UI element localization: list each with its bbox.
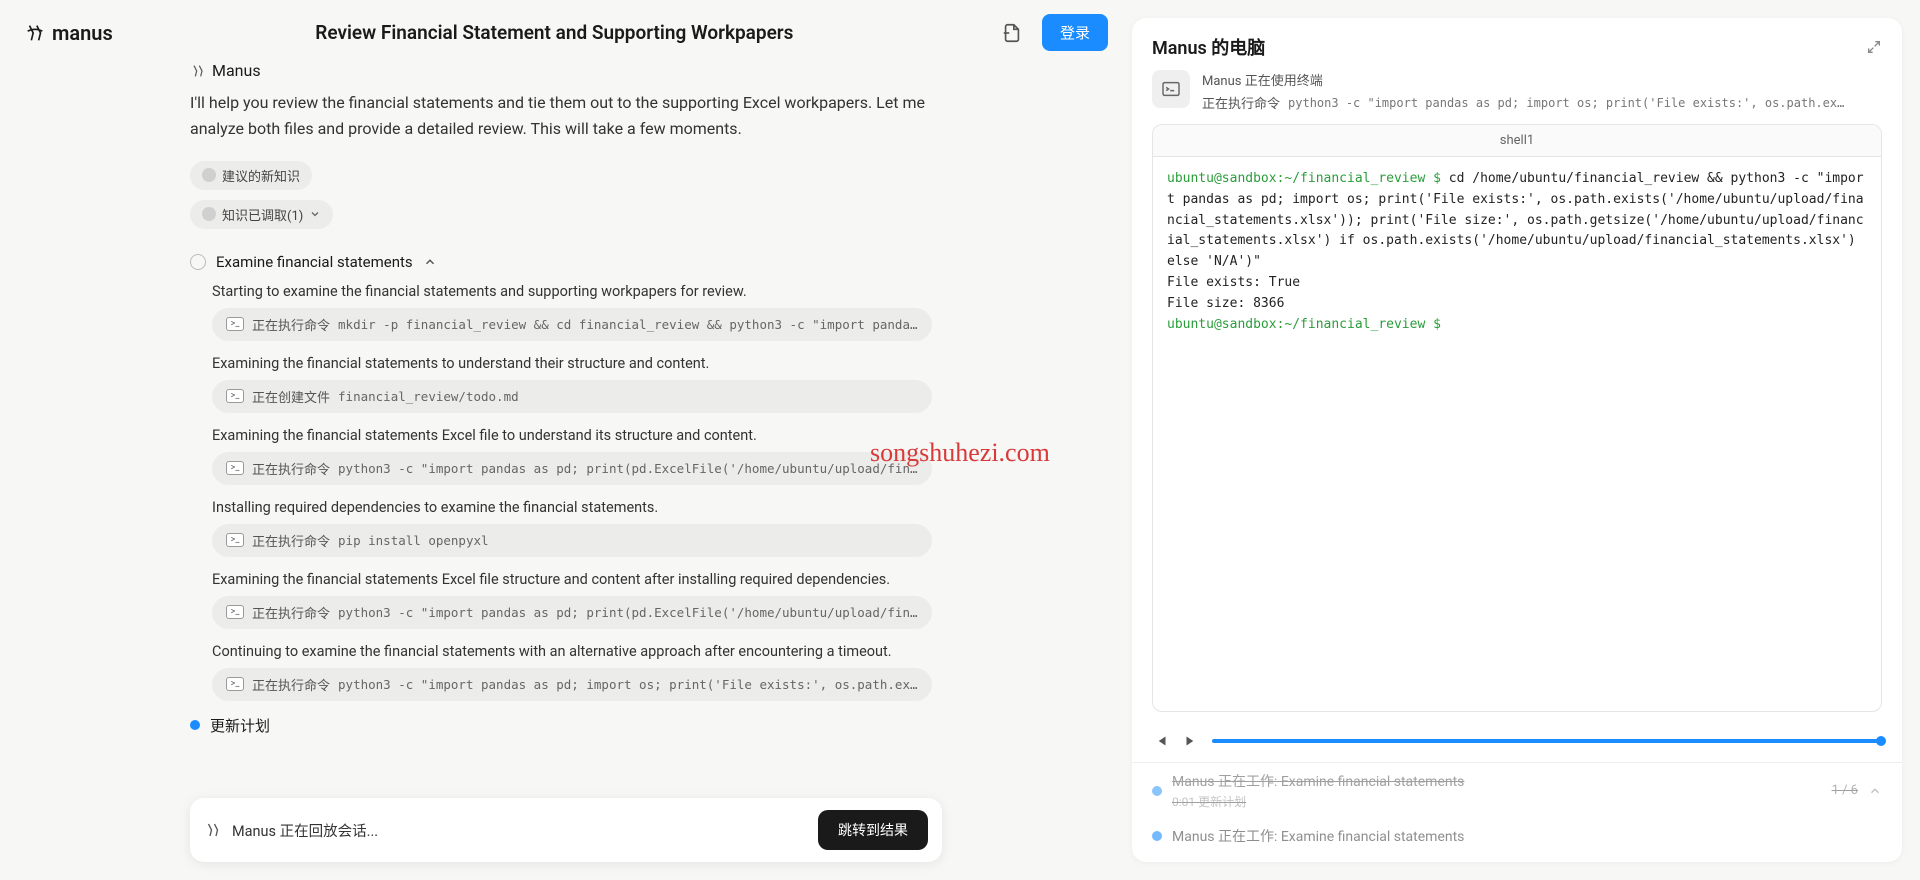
command-label: 正在执行命令 xyxy=(252,603,330,622)
playback-status: Manus 正在回放会话... xyxy=(232,820,808,841)
step-text: Installing required dependencies to exam… xyxy=(212,499,942,516)
terminal-window: shell1 ubuntu@sandbox:~/financial_review… xyxy=(1152,124,1882,712)
computer-panel: Manus 的电脑 Manus 正在使用终端 正在执行命令 python3 -c… xyxy=(1132,18,1902,862)
update-plan-row: 更新计划 xyxy=(190,715,942,736)
step-text: Starting to examine the financial statem… xyxy=(212,283,942,300)
command-box[interactable]: >_ 正在执行命令 mkdir -p financial_review && c… xyxy=(212,308,932,341)
action-line1: Manus 正在使用终端 xyxy=(1202,70,1882,89)
agent-icon xyxy=(204,821,222,839)
step-text: Continuing to examine the financial stat… xyxy=(212,643,942,660)
brand-name: manus xyxy=(52,21,113,45)
command-box[interactable]: >_ 正在执行命令 python3 -c "import pandas as p… xyxy=(212,452,932,485)
computer-panel-title: Manus 的电脑 xyxy=(1152,34,1265,60)
action-code: python3 -c "import pandas as pd; import … xyxy=(1288,96,1848,110)
collapse-button[interactable] xyxy=(1868,784,1882,798)
chevron-down-icon xyxy=(309,208,321,220)
command-label: 正在执行命令 xyxy=(252,675,330,694)
task-counter: 1 / 6 xyxy=(1832,783,1858,798)
terminal-tab[interactable]: shell1 xyxy=(1153,125,1881,157)
task-dot-icon xyxy=(1152,831,1162,841)
agent-icon xyxy=(190,63,206,79)
skip-back-button[interactable] xyxy=(1152,732,1170,750)
command-code: financial_review/todo.md xyxy=(338,389,519,404)
task-label: Manus 正在工作: Examine financial statements xyxy=(1172,771,1822,791)
command-code: pip install openpyxl xyxy=(338,533,489,548)
task-row[interactable]: Manus 正在工作: Examine financial statements… xyxy=(1152,763,1882,818)
playback-controls xyxy=(1132,724,1902,762)
command-code: python3 -c "import pandas as pd; import … xyxy=(338,677,918,692)
conversation-content: Manus I'll help you review the financial… xyxy=(0,61,1132,880)
chevron-up-icon xyxy=(423,255,437,269)
command-code: python3 -c "import pandas as pd; print(p… xyxy=(338,461,918,476)
command-box[interactable]: >_ 正在执行命令 python3 -c "import pandas as p… xyxy=(212,596,932,629)
task-meta: 0:01 更新计划 xyxy=(1172,793,1822,810)
task-list: Manus 正在工作: Examine financial statements… xyxy=(1132,762,1902,862)
command-label: 正在执行命令 xyxy=(252,531,330,550)
page-title: Review Financial Statement and Supportin… xyxy=(113,21,996,44)
current-action-row: Manus 正在使用终端 正在执行命令 python3 -c "import p… xyxy=(1132,70,1902,124)
task-radio-icon xyxy=(190,254,206,270)
command-code: mkdir -p financial_review && cd financia… xyxy=(338,317,918,332)
command-label: 正在执行命令 xyxy=(252,459,330,478)
terminal-icon: >_ xyxy=(226,605,244,619)
command-label: 正在执行命令 xyxy=(252,315,330,334)
chip-suggested-knowledge[interactable]: 建议的新知识 xyxy=(190,161,312,190)
task-dot-icon xyxy=(1152,786,1162,796)
skip-forward-button[interactable] xyxy=(1182,732,1200,750)
progress-bar[interactable] xyxy=(1212,739,1882,743)
command-code: python3 -c "import pandas as pd; print(p… xyxy=(338,605,918,620)
task-title: Examine financial statements xyxy=(216,253,413,271)
terminal-app-icon xyxy=(1152,70,1190,108)
manus-icon xyxy=(24,22,46,44)
app-header: manus Review Financial Statement and Sup… xyxy=(0,0,1132,61)
step-text: Examining the financial statements Excel… xyxy=(212,571,942,588)
command-box[interactable]: >_ 正在创建文件 financial_review/todo.md xyxy=(212,380,932,413)
agent-name-text: Manus xyxy=(212,61,261,80)
step-text: Examining the financial statements to un… xyxy=(212,355,942,372)
jump-to-result-button[interactable]: 跳转到结果 xyxy=(818,810,928,850)
login-button[interactable]: 登录 xyxy=(1042,14,1108,51)
chip-dot-icon xyxy=(202,207,216,221)
task-label: Manus 正在工作: Examine financial statements xyxy=(1172,826,1882,846)
terminal-icon: >_ xyxy=(226,461,244,475)
expand-icon xyxy=(1866,39,1882,55)
command-box[interactable]: >_ 正在执行命令 python3 -c "import pandas as p… xyxy=(212,668,932,701)
terminal-output[interactable]: ubuntu@sandbox:~/financial_review $ cd /… xyxy=(1153,157,1881,711)
task-row[interactable]: Manus 正在工作: Examine financial statements xyxy=(1152,818,1882,854)
brand-logo[interactable]: manus xyxy=(24,21,113,45)
chip-knowledge-retrieved[interactable]: 知识已调取(1) xyxy=(190,200,333,229)
file-icon xyxy=(1001,22,1023,44)
agent-name-row: Manus xyxy=(190,61,942,80)
bottom-status-bar: Manus 正在回放会话... 跳转到结果 xyxy=(190,798,942,862)
chip-dot-icon xyxy=(202,168,216,182)
status-dot-icon xyxy=(190,720,200,730)
terminal-icon: >_ xyxy=(226,677,244,691)
intro-text: I'll help you review the financial state… xyxy=(190,90,942,143)
task-header[interactable]: Examine financial statements xyxy=(190,253,942,271)
command-box[interactable]: >_ 正在执行命令 pip install openpyxl xyxy=(212,524,932,557)
terminal-icon: >_ xyxy=(226,533,244,547)
file-icon-button[interactable] xyxy=(996,17,1028,49)
step-text: Examining the financial statements Excel… xyxy=(212,427,942,444)
expand-button[interactable] xyxy=(1866,39,1882,55)
action-label: 正在执行命令 xyxy=(1202,93,1280,112)
update-plan-label: 更新计划 xyxy=(210,715,270,736)
terminal-icon: >_ xyxy=(226,317,244,331)
terminal-icon: >_ xyxy=(226,389,244,403)
command-label: 正在创建文件 xyxy=(252,387,330,406)
